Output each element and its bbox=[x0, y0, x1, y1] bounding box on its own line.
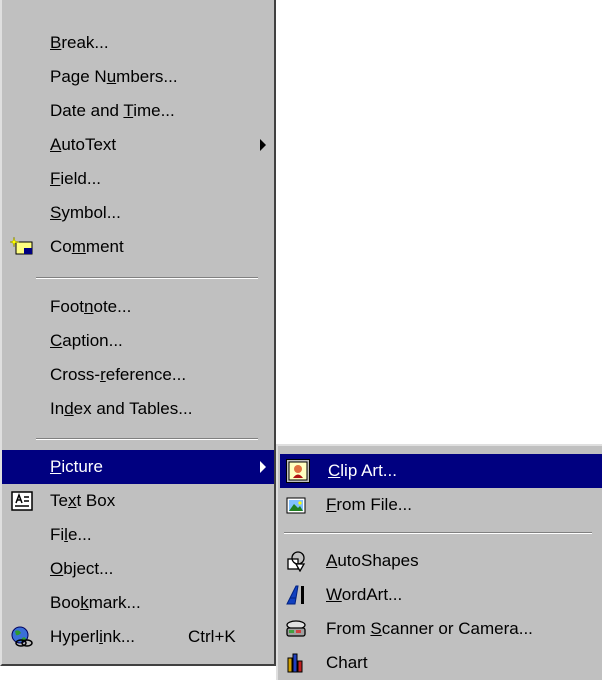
hyperlink-globe-icon bbox=[10, 626, 34, 648]
menu-item-label: Break... bbox=[50, 33, 109, 52]
submenu-arrow-icon bbox=[260, 461, 266, 473]
menu-item-object[interactable]: Object... bbox=[2, 552, 274, 586]
menu-item-label: Footnote... bbox=[50, 297, 132, 316]
menu-item-footnote[interactable]: Footnote... bbox=[2, 290, 274, 324]
menu-item-autotext[interactable]: AutoText bbox=[2, 128, 274, 162]
clipart-icon bbox=[286, 459, 310, 483]
wordart-icon bbox=[284, 584, 308, 606]
autoshapes-icon bbox=[284, 550, 308, 572]
submenu-arrow-icon bbox=[260, 139, 266, 151]
comment-icon bbox=[10, 236, 34, 258]
menu-separator bbox=[284, 532, 592, 534]
scanner-camera-icon bbox=[284, 618, 308, 640]
menu-item-hyperlink[interactable]: Hyperlink... Ctrl+K bbox=[2, 620, 274, 654]
submenu-item-label: Chart bbox=[326, 653, 368, 672]
from-file-icon bbox=[284, 494, 308, 516]
menu-item-symbol[interactable]: Symbol... bbox=[2, 196, 274, 230]
menu-item-label: Date and Time... bbox=[50, 101, 175, 120]
menu-item-file[interactable]: File... bbox=[2, 518, 274, 552]
menu-item-bookmark[interactable]: Bookmark... bbox=[2, 586, 274, 620]
menu-item-label: Text Box bbox=[50, 491, 116, 510]
menu-item-label: Page Numbers... bbox=[50, 67, 178, 86]
submenu-item-label: WordArt... bbox=[326, 585, 403, 604]
menu-item-label: Hyperlink... bbox=[50, 627, 136, 646]
menu-item-caption[interactable]: Caption... bbox=[2, 324, 274, 358]
menu-item-picture[interactable]: Picture bbox=[2, 450, 274, 484]
menu-item-label: Symbol... bbox=[50, 203, 121, 222]
menu-item-break[interactable]: Break... bbox=[2, 26, 274, 60]
menu-item-label: Field... bbox=[50, 169, 102, 188]
menu-item-comment[interactable]: Comment bbox=[2, 230, 274, 264]
menu-item-cross-reference[interactable]: Cross-reference... bbox=[2, 358, 274, 392]
menu-item-page-numbers[interactable]: Page Numbers... bbox=[2, 60, 274, 94]
menu-bar-edge bbox=[2, 0, 278, 2]
menu-item-field[interactable]: Field... bbox=[2, 162, 274, 196]
menu-item-label: Bookmark... bbox=[50, 593, 141, 612]
submenu-item-wordart[interactable]: WordArt... bbox=[278, 578, 602, 612]
textbox-icon bbox=[10, 490, 34, 512]
submenu-item-from-scanner-or-camera[interactable]: From Scanner or Camera... bbox=[278, 612, 602, 646]
menu-item-label: File... bbox=[50, 525, 92, 544]
submenu-item-label: AutoShapes bbox=[326, 551, 419, 570]
menu-separator bbox=[36, 277, 258, 279]
submenu-item-clip-art[interactable]: Clip Art... bbox=[280, 454, 602, 488]
menu-item-label: Comment bbox=[50, 237, 124, 256]
menu-item-label: Index and Tables... bbox=[50, 399, 193, 418]
submenu-item-autoshapes[interactable]: AutoShapes bbox=[278, 544, 602, 578]
shortcut-label: Ctrl+K bbox=[188, 627, 236, 646]
menu-item-index-and-tables[interactable]: Index and Tables... bbox=[2, 392, 274, 426]
menu-item-label: Cross-reference... bbox=[50, 365, 187, 384]
menu-item-label: AutoText bbox=[50, 135, 117, 154]
menu-item-text-box[interactable]: Text Box bbox=[2, 484, 274, 518]
submenu-item-chart[interactable]: Chart bbox=[278, 646, 602, 680]
picture-submenu: Clip Art... From File... AutoShapes Word… bbox=[276, 444, 602, 680]
submenu-item-label: From File... bbox=[326, 495, 412, 514]
menu-item-label: Picture bbox=[50, 457, 103, 476]
insert-menu: Break... Page Numbers... Date and Time..… bbox=[0, 0, 276, 666]
menu-item-label: Caption... bbox=[50, 331, 123, 350]
chart-icon bbox=[284, 652, 308, 674]
submenu-item-label: From Scanner or Camera... bbox=[326, 619, 533, 638]
menu-item-date-and-time[interactable]: Date and Time... bbox=[2, 94, 274, 128]
menu-item-label: Object... bbox=[50, 559, 114, 578]
submenu-item-label: Clip Art... bbox=[328, 461, 397, 480]
submenu-item-from-file[interactable]: From File... bbox=[278, 488, 602, 522]
menu-separator bbox=[36, 438, 258, 440]
